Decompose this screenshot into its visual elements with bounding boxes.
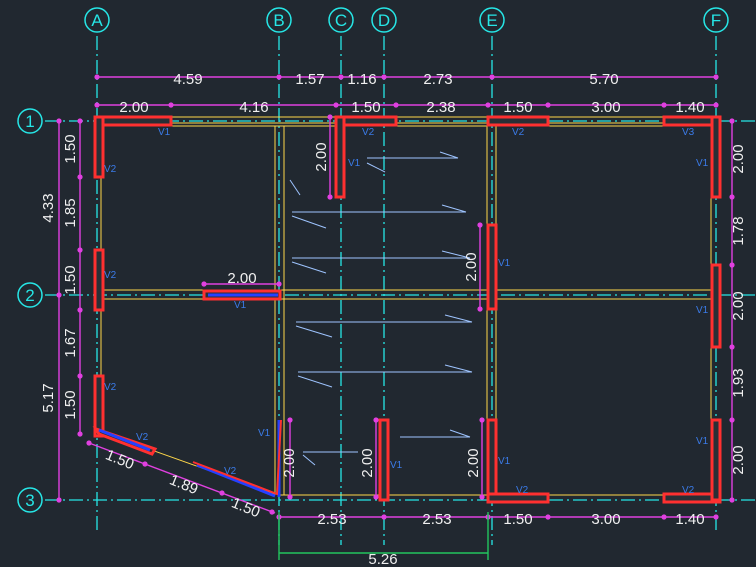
wall-f3-vert [710,418,722,502]
dim-wall-b2: 2.00 [227,270,256,287]
dim-top-inner-4: 2.38 [426,99,455,116]
dim-right-5: 2.00 [730,445,747,474]
dim-right-4: 1.93 [730,368,747,397]
dim-slant-1: 1.50 [103,446,136,473]
axis-label-3: 3 [25,491,34,510]
wall-d3 [378,418,390,502]
dim-wall-e2: 2.00 [463,252,480,281]
wall-e3-vert [486,418,498,502]
dim-bottom-2: 2.53 [422,511,451,528]
stair-arrows [289,151,473,466]
dim-top-inner-1: 2.00 [119,99,148,116]
dim-left-outer-2: 5.17 [40,383,57,412]
dim-left-inner-2: 1.85 [62,198,79,227]
dim-top-outer-2: 1.57 [295,71,324,88]
dim-left-inner-3: 1.50 [62,265,79,294]
dim-bottom-5: 1.40 [675,511,704,528]
dim-wall-c1: 2.00 [313,142,330,171]
dim-top-outer-5: 5.70 [589,71,618,88]
dim-right-2: 1.78 [730,216,747,245]
dim-bottom-3: 1.50 [503,511,532,528]
wall-tag: V1 [696,436,709,447]
dim-wall-e3: 2.00 [465,448,482,477]
wall-tag: V2 [104,164,117,175]
floor-plan: A B C D E F 1 2 3 4.59 1.57 1.16 2.73 5.… [17,7,756,567]
dim-bottom-1: 2.53 [317,511,346,528]
wall-tag: V1 [696,305,709,316]
dim-top-inner-3: 1.50 [351,99,380,116]
wall-tag: V1 [234,300,247,311]
axis-label-1: 1 [25,112,34,131]
axis-label-f: F [711,11,721,30]
wall-a2 [93,248,105,312]
shear-walls [92,115,722,504]
wall-tag: V3 [682,127,695,138]
dim-left-outer-1: 4.33 [40,193,57,222]
dim-slant-3: 1.50 [229,494,262,521]
beam-outlines [96,116,717,496]
cad-drawing: A B C D E F 1 2 3 4.59 1.57 1.16 2.73 5.… [0,0,756,567]
dim-top-inner-2: 4.16 [239,99,268,116]
wall-tag: V1 [498,258,511,269]
dim-right-1: 2.00 [730,144,747,173]
axis-label-c: C [335,11,347,30]
dim-top-inner-6: 3.00 [591,99,620,116]
dim-wall-b3: 2.00 [281,448,298,477]
wall-a3 [93,374,105,438]
dim-wall-d3: 2.00 [359,448,376,477]
wall-f1-right [710,115,722,199]
wall-tag: V2 [104,382,117,393]
wall-tag: V2 [516,485,529,496]
dim-left-inner-5: 1.50 [62,390,79,419]
wall-tag: V1 [498,456,511,467]
wall-tag: V1 [696,158,709,169]
wall-tag: V2 [362,127,375,138]
dim-right-3: 2.00 [730,291,747,320]
wall-f2 [710,263,722,349]
dim-top-inner-7: 1.40 [675,99,704,116]
axis-label-b: B [273,11,284,30]
dim-left-inner-1: 1.50 [62,134,79,163]
dim-top-outer-1: 4.59 [173,71,202,88]
dim-bottom-4: 3.00 [591,511,620,528]
dim-top-inner-5: 1.50 [503,99,532,116]
wall-tag: V2 [136,432,149,443]
dim-bottom-outer: 5.26 [368,551,397,567]
axis-label-2: 2 [25,286,34,305]
wall-tag: V2 [682,485,695,496]
wall-tag: V1 [158,127,171,138]
dim-left-inner-4: 1.67 [62,328,79,357]
dim-top-outer-4: 2.73 [423,71,452,88]
axis-label-a: A [91,11,103,30]
wall-tag: V2 [512,127,525,138]
wall-tag: V1 [258,428,271,439]
axis-label-e: E [486,11,497,30]
dim-top-outer-3: 1.16 [347,71,376,88]
wall-a1-top [93,115,173,127]
wall-e2 [486,223,498,311]
wall-tag: V2 [104,270,117,281]
wall-c1-vert [334,115,346,199]
wall-a1-left [93,115,105,179]
wall-tag: V2 [224,466,237,477]
wall-e1-top [486,115,550,127]
wall-tag: V1 [348,158,361,169]
beam-top [96,116,717,124]
dimension-lines [58,76,733,518]
wall-tag: V1 [390,460,403,471]
axis-label-d: D [378,11,390,30]
dim-slant-2: 1.89 [167,471,200,498]
